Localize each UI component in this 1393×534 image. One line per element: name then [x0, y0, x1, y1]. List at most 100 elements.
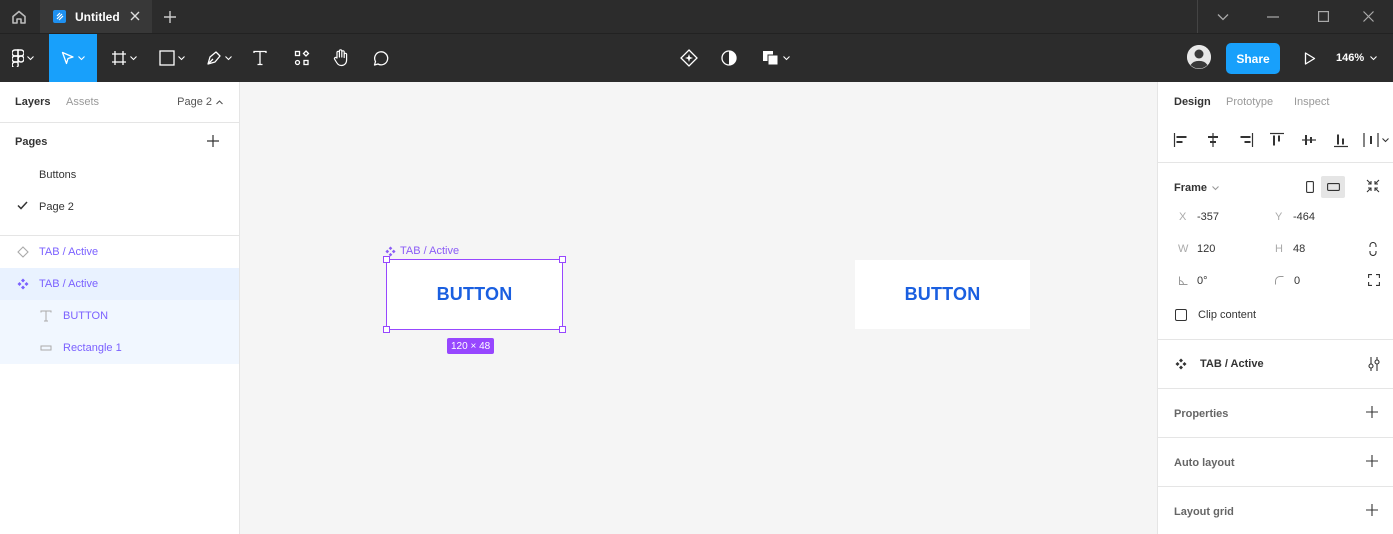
layer-row[interactable]: BUTTON: [0, 300, 239, 332]
resize-to-fit-button[interactable]: [1365, 178, 1381, 194]
chevron-down-icon: [1217, 13, 1229, 20]
present-button[interactable]: [1297, 34, 1323, 82]
independent-corners-button[interactable]: [1367, 273, 1381, 287]
corner-radius-input[interactable]: 0: [1294, 275, 1300, 287]
align-horizontal-center-button[interactable]: [1202, 129, 1224, 151]
x-label: X: [1179, 211, 1187, 223]
size-badge: 120 × 48: [447, 338, 495, 354]
align-top-button[interactable]: [1266, 129, 1288, 151]
new-tab-button[interactable]: [160, 7, 180, 27]
align-vertical-center-button[interactable]: [1298, 129, 1320, 151]
resize-handle-top-right[interactable]: [559, 256, 566, 263]
tab-prototype[interactable]: Prototype: [1226, 96, 1273, 108]
cursor-icon: [61, 51, 74, 65]
share-button[interactable]: Share: [1226, 43, 1280, 74]
resources-icon: [294, 50, 310, 66]
align-vertical-center-icon: [1302, 135, 1316, 145]
width-input[interactable]: 120: [1197, 243, 1215, 255]
constrain-proportions-button[interactable]: [1367, 241, 1379, 257]
component-tool-button[interactable]: [675, 34, 703, 82]
home-button[interactable]: [0, 0, 38, 33]
pen-tool-button[interactable]: [199, 34, 239, 82]
component-icon: [17, 278, 29, 290]
alignment-toolbar: [1158, 123, 1393, 163]
close-tab-button[interactable]: [128, 9, 142, 23]
resize-handle-bottom-right[interactable]: [559, 326, 566, 333]
page-item-label: Page 2: [39, 201, 74, 213]
chevron-down-icon: [1212, 185, 1219, 190]
add-page-button[interactable]: [207, 135, 219, 150]
chevron-down-icon: [1370, 55, 1378, 60]
height-input[interactable]: 48: [1293, 243, 1305, 255]
tab-list-button[interactable]: [1198, 0, 1248, 33]
resources-tool-button[interactable]: [287, 34, 317, 82]
distribute-button[interactable]: [1362, 129, 1390, 151]
avatar[interactable]: [1187, 45, 1211, 69]
frame-preset-select[interactable]: Frame: [1174, 182, 1219, 194]
resize-handle-top-left[interactable]: [383, 256, 390, 263]
play-icon: [1304, 51, 1316, 65]
boolean-tool-button[interactable]: [756, 34, 796, 82]
resize-handle-bottom-left[interactable]: [383, 326, 390, 333]
layer-row[interactable]: TAB / Active: [0, 236, 239, 268]
component-settings-button[interactable]: [1367, 356, 1381, 372]
portrait-orientation-button[interactable]: [1301, 176, 1319, 198]
layer-label: TAB / Active: [39, 278, 99, 290]
auto-layout-section: Auto layout: [1158, 438, 1393, 487]
title-bar: Untitled: [0, 0, 1393, 33]
chevron-down-icon: [1382, 137, 1389, 142]
close-window-button[interactable]: [1343, 0, 1393, 33]
frame-tool-button[interactable]: [104, 34, 144, 82]
minimize-button[interactable]: [1248, 0, 1298, 33]
file-tab[interactable]: Untitled: [40, 0, 152, 33]
tab-inspect[interactable]: Inspect: [1294, 96, 1329, 108]
check-icon: [17, 201, 28, 210]
plus-icon: [1366, 406, 1378, 418]
layout-grid-title: Layout grid: [1174, 506, 1234, 518]
tab-title: Untitled: [75, 9, 120, 24]
page-item-buttons[interactable]: Buttons: [0, 159, 239, 191]
comment-tool-button[interactable]: [365, 34, 395, 82]
frame-name-label[interactable]: TAB / Active: [385, 245, 459, 257]
resize-to-fit-icon: [1366, 179, 1380, 193]
close-icon: [130, 11, 140, 21]
canvas[interactable]: TAB / Active BUTTON 120 × 48 BUTTON: [240, 82, 1157, 534]
text-tool-button[interactable]: [246, 34, 274, 82]
layer-row[interactable]: TAB / Active: [0, 268, 239, 300]
main-menu-button[interactable]: [4, 34, 42, 82]
rectangle-icon: [159, 50, 175, 66]
clip-content-checkbox[interactable]: [1175, 309, 1187, 321]
landscape-orientation-button[interactable]: [1321, 176, 1345, 198]
close-icon: [1362, 11, 1374, 22]
align-right-button[interactable]: [1235, 129, 1257, 151]
rotation-input[interactable]: 0°: [1197, 275, 1208, 287]
page-item-page-2[interactable]: Page 2: [0, 191, 239, 223]
hand-tool-button[interactable]: [326, 34, 356, 82]
maximize-button[interactable]: [1298, 0, 1348, 33]
move-tool-button[interactable]: [49, 34, 97, 82]
tab-design[interactable]: Design: [1174, 96, 1211, 108]
page-select[interactable]: Page 2: [177, 96, 223, 108]
x-input[interactable]: -357: [1197, 211, 1219, 223]
left-panel-tabs: Layers Assets Page 2: [0, 82, 239, 123]
properties-section: Properties: [1158, 389, 1393, 438]
mask-tool-button[interactable]: [715, 34, 743, 82]
add-layout-grid-button[interactable]: [1366, 504, 1378, 519]
tab-assets[interactable]: Assets: [66, 96, 99, 108]
tab-layers[interactable]: Layers: [15, 96, 50, 108]
align-bottom-button[interactable]: [1330, 129, 1352, 151]
align-left-button[interactable]: [1170, 129, 1192, 151]
boolean-icon: [763, 51, 779, 66]
zoom-control[interactable]: 146%: [1336, 34, 1378, 82]
shape-tool-button[interactable]: [152, 34, 192, 82]
component-name[interactable]: TAB / Active: [1200, 358, 1264, 370]
component-icon: [1175, 358, 1187, 370]
distribute-icon: [1363, 133, 1379, 147]
add-property-button[interactable]: [1366, 406, 1378, 421]
layer-row[interactable]: Rectangle 1: [0, 332, 239, 364]
y-input[interactable]: -464: [1293, 211, 1315, 223]
button-instance[interactable]: BUTTON: [855, 260, 1030, 329]
selected-button-component[interactable]: BUTTON: [386, 259, 563, 330]
add-auto-layout-button[interactable]: [1366, 455, 1378, 470]
layout-grid-section: Layout grid: [1158, 487, 1393, 534]
